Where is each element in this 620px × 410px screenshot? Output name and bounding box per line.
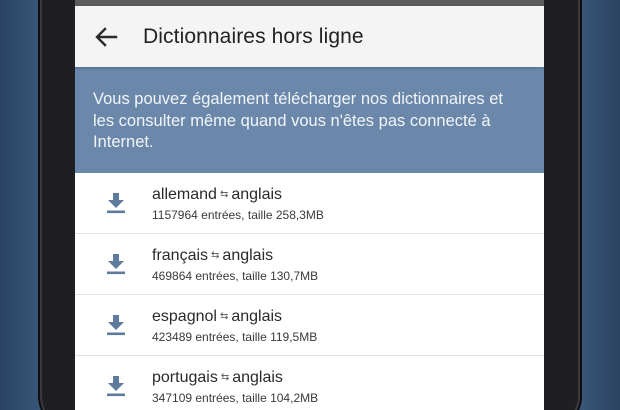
download-icon[interactable] bbox=[106, 314, 126, 336]
source-language: français bbox=[152, 247, 209, 264]
target-language: anglais bbox=[232, 369, 283, 386]
download-icon[interactable] bbox=[106, 192, 126, 214]
swap-arrows-icon: ⇆ bbox=[220, 372, 230, 383]
swap-arrows-icon: ⇆ bbox=[219, 189, 229, 200]
app-toolbar: Dictionnaires hors ligne bbox=[75, 6, 544, 67]
dictionary-name: allemand ⇆ anglais bbox=[152, 186, 282, 204]
info-banner-text: Vous pouvez également télécharger nos di… bbox=[93, 90, 504, 151]
dictionary-name: français ⇆ anglais bbox=[152, 247, 273, 265]
source-language: espagnol bbox=[152, 308, 217, 325]
arrow-left-icon bbox=[95, 27, 118, 47]
dictionary-details: 469864 entrées, taille 130,7MB bbox=[152, 269, 319, 283]
swap-arrows-icon: ⇆ bbox=[219, 311, 229, 322]
app-screen: Dictionnaires hors ligne Vous pouvez éga… bbox=[75, 0, 544, 410]
dictionary-details: 1157964 entrées, taille 258,3MB bbox=[152, 208, 324, 222]
list-item[interactable]: français ⇆ anglais 469864 entrées, taille … bbox=[75, 234, 544, 295]
download-icon[interactable] bbox=[106, 253, 126, 275]
info-banner: Vous pouvez également télécharger nos di… bbox=[75, 67, 544, 173]
download-icon[interactable] bbox=[106, 375, 126, 397]
dictionary-list: allemand ⇆ anglais 1157964 entrées, taille… bbox=[75, 173, 544, 410]
dictionary-details: 423489 entrées, taille 119,5MB bbox=[152, 330, 318, 344]
source-language: portugais bbox=[152, 369, 218, 386]
target-language: anglais bbox=[222, 247, 274, 264]
source-language: allemand bbox=[152, 186, 217, 203]
dictionary-name: portugais ⇆ anglais bbox=[152, 369, 283, 387]
dictionary-details: 347109 entrées, taille 104,2MB bbox=[152, 391, 319, 405]
page-title: Dictionnaires hors ligne bbox=[143, 25, 364, 48]
target-language: anglais bbox=[231, 186, 283, 203]
back-button[interactable] bbox=[89, 20, 123, 54]
swap-arrows-icon: ⇆ bbox=[211, 250, 220, 261]
list-item[interactable]: portugais ⇆ anglais 347109 entrées, taille… bbox=[75, 356, 544, 410]
list-item[interactable]: allemand ⇆ anglais 1157964 entrées, taille… bbox=[75, 173, 544, 234]
dictionary-name: espagnol ⇆ anglais bbox=[152, 308, 282, 326]
list-item[interactable]: espagnol ⇆ anglais 423489 entrées, taille … bbox=[75, 295, 544, 356]
target-language: anglais bbox=[231, 308, 283, 325]
